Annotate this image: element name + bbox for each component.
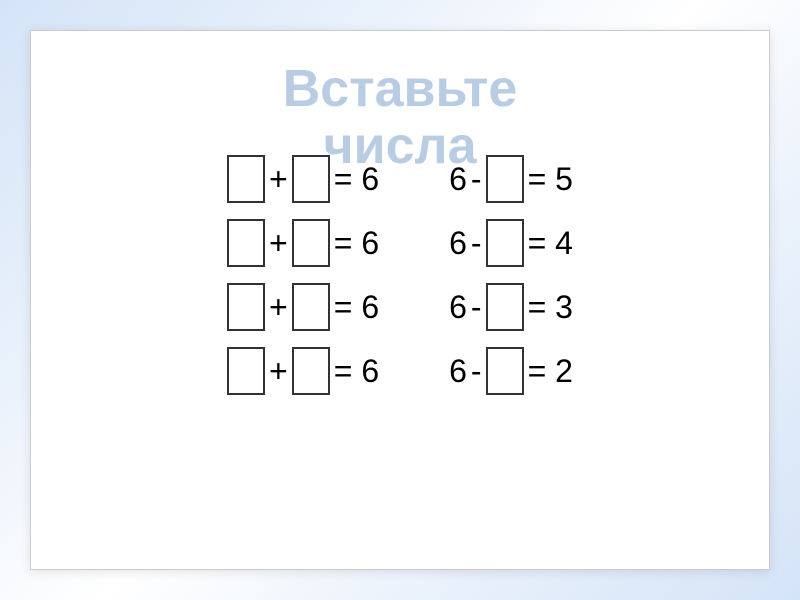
blank-box[interactable]	[292, 347, 330, 395]
number: 6	[449, 289, 467, 326]
equation-row: 6 - = 5	[449, 155, 573, 203]
equation-row: + = 6	[227, 347, 379, 395]
equation-result: = 4	[528, 225, 573, 262]
equation-result: = 6	[334, 289, 379, 326]
blank-box[interactable]	[227, 347, 265, 395]
equation-row: 6 - = 2	[449, 347, 573, 395]
operator: +	[269, 225, 288, 262]
equation-row: + = 6	[227, 283, 379, 331]
title-line-1: Вставьте	[51, 61, 749, 118]
equation-row: + = 6	[227, 219, 379, 267]
equations-content: + = 6 + = 6 + = 6 + = 6	[51, 155, 749, 395]
blank-box[interactable]	[292, 155, 330, 203]
operator: +	[269, 353, 288, 390]
number: 6	[449, 161, 467, 198]
left-column: + = 6 + = 6 + = 6 + = 6	[227, 155, 379, 395]
equation-result: = 5	[528, 161, 573, 198]
operator: -	[471, 225, 482, 262]
blank-box[interactable]	[486, 283, 524, 331]
blank-box[interactable]	[227, 155, 265, 203]
blank-box[interactable]	[227, 219, 265, 267]
equation-result: = 3	[528, 289, 573, 326]
equation-row: 6 - = 3	[449, 283, 573, 331]
blank-box[interactable]	[292, 283, 330, 331]
number: 6	[449, 353, 467, 390]
equation-row: + = 6	[227, 155, 379, 203]
equation-result: = 6	[334, 225, 379, 262]
right-column: 6 - = 5 6 - = 4 6 - = 3 6 - = 2	[449, 155, 573, 395]
operator: -	[471, 289, 482, 326]
equation-result: = 2	[528, 353, 573, 390]
operator: +	[269, 289, 288, 326]
equation-row: 6 - = 4	[449, 219, 573, 267]
blank-box[interactable]	[227, 283, 265, 331]
blank-box[interactable]	[486, 155, 524, 203]
blank-box[interactable]	[486, 347, 524, 395]
blank-box[interactable]	[486, 219, 524, 267]
operator: -	[471, 353, 482, 390]
operator: -	[471, 161, 482, 198]
equation-result: = 6	[334, 161, 379, 198]
slide-container: Вставьте числа + = 6 + = 6 + = 6	[30, 30, 770, 570]
blank-box[interactable]	[292, 219, 330, 267]
operator: +	[269, 161, 288, 198]
number: 6	[449, 225, 467, 262]
equation-result: = 6	[334, 353, 379, 390]
